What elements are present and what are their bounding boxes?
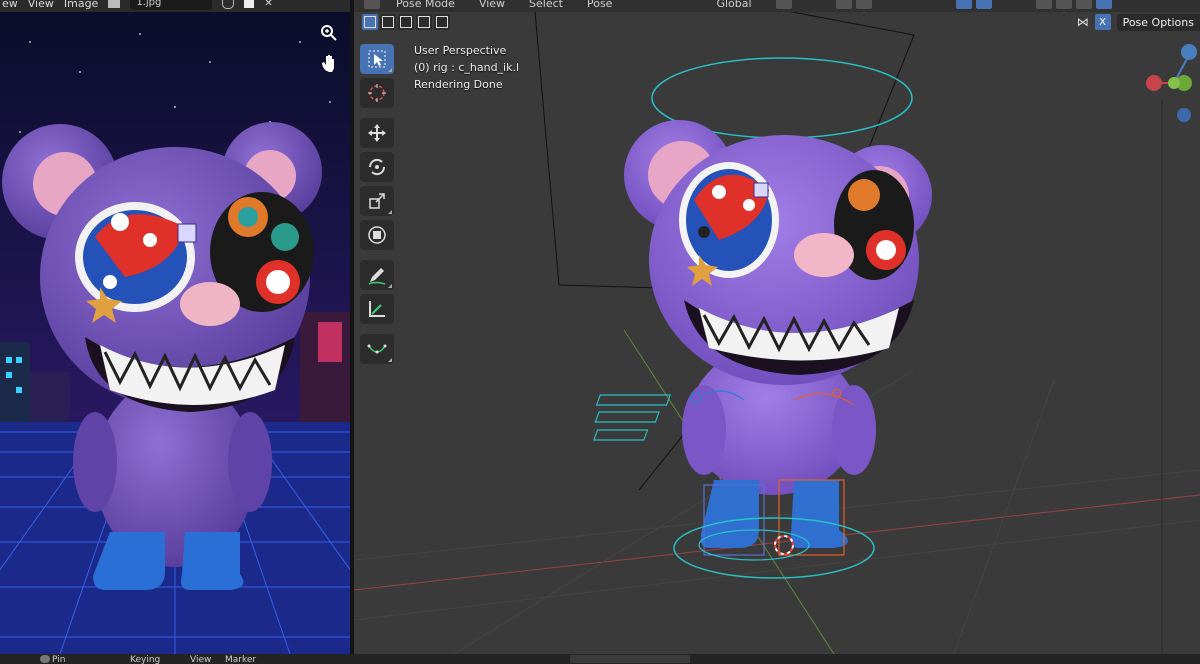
snap-icon[interactable] [835, 0, 852, 9]
shield-icon[interactable] [222, 0, 235, 9]
select-subtract-icon[interactable] [398, 14, 414, 30]
close-image-icon[interactable]: ✕ [264, 0, 272, 9]
transform-orientation-dropdown[interactable]: Global [716, 0, 751, 10]
pin-label[interactable]: Pin [52, 655, 65, 664]
zoom-icon[interactable] [316, 20, 342, 46]
annotate-tool[interactable] [360, 260, 394, 290]
overlay-icon[interactable] [955, 0, 972, 9]
selection-mode-group [362, 14, 450, 30]
menu-image[interactable]: Image [64, 0, 98, 10]
viewport-header: Pose Mode View Select Pose Global [354, 0, 1200, 12]
shading-solid-icon[interactable] [1055, 0, 1072, 9]
move-tool[interactable] [360, 118, 394, 148]
pose-slide-tool[interactable] [360, 334, 394, 364]
transform-icon [368, 226, 386, 244]
editor-type-icon[interactable] [364, 0, 380, 9]
image-editor-header: ew View Image 1.jpg ✕ [0, 0, 350, 12]
cursor-arrow-icon [368, 50, 386, 68]
menu-pose[interactable]: Pose [587, 0, 612, 10]
image-editor-panel: ew View Image 1.jpg ✕ [0, 0, 350, 654]
menu-view-partial[interactable]: ew [2, 0, 18, 10]
select-new-icon[interactable] [362, 14, 378, 30]
image-browse-icon[interactable] [108, 0, 121, 8]
pose-options-popover: ⋈ X Pose Options [1077, 12, 1200, 32]
scale-icon [369, 193, 385, 209]
active-bone-label: (0) rig : c_hand_ik.l [414, 61, 520, 74]
move-arrows-icon [368, 124, 386, 142]
navigation-gizmo [1146, 44, 1197, 122]
view-menu[interactable]: View [190, 655, 211, 664]
pivot-icon[interactable] [775, 0, 792, 9]
select-invert-icon[interactable] [416, 14, 432, 30]
render-status-label: Rendering Done [414, 78, 503, 91]
pose-options-button[interactable]: Pose Options [1116, 13, 1200, 31]
viewport-scene [354, 0, 1200, 654]
view-name-label: User Perspective [414, 44, 507, 57]
xray-icon[interactable] [1035, 0, 1052, 9]
timeline-header: Pin Keying View Marker [0, 654, 1200, 664]
select-intersect-icon[interactable] [434, 14, 450, 30]
new-image-icon[interactable] [244, 0, 255, 8]
rotate-icon [368, 158, 386, 176]
menu-view[interactable]: View [479, 0, 505, 10]
x-axis-line [354, 494, 1200, 591]
playback-controls[interactable] [570, 655, 690, 663]
menu-view[interactable]: View [28, 0, 54, 10]
cursor-tool[interactable] [360, 78, 394, 108]
select-extend-icon[interactable] [380, 14, 396, 30]
crosshair-icon [368, 84, 386, 102]
editor-type-icon[interactable] [40, 655, 50, 663]
render-result-image [0, 12, 350, 654]
tool-shelf [360, 44, 394, 368]
transform-tool[interactable] [360, 220, 394, 250]
gizmo-z-axis [1181, 44, 1197, 60]
x-mirror-button[interactable]: X [1094, 14, 1111, 30]
mode-selector[interactable]: Pose Mode [396, 0, 455, 10]
select-box-tool[interactable] [360, 44, 394, 74]
menu-select[interactable]: Select [529, 0, 563, 10]
curve-icon [367, 344, 387, 354]
shading-material-icon[interactable] [1075, 0, 1092, 9]
pan-hand-icon[interactable] [316, 50, 342, 76]
viewport-info-overlay: User Perspective (0) rig : c_hand_ik.l R… [414, 42, 519, 93]
gizmo-toggle-icon[interactable] [975, 0, 992, 9]
rotate-tool[interactable] [360, 152, 394, 182]
measure-tool[interactable] [360, 294, 394, 324]
keying-menu[interactable]: Keying [130, 655, 160, 664]
3d-cursor [774, 535, 794, 555]
3d-viewport[interactable]: Pose Mode View Select Pose Global User P… [354, 0, 1200, 654]
shading-rendered-icon[interactable] [1095, 0, 1112, 9]
proportional-edit-icon[interactable] [855, 0, 872, 9]
ruler-icon [369, 301, 385, 317]
butterfly-mirror-icon[interactable]: ⋈ [1077, 15, 1089, 29]
marker-menu[interactable]: Marker [225, 655, 256, 664]
image-name-field[interactable]: 1.jpg [130, 0, 213, 10]
scale-tool[interactable] [360, 186, 394, 216]
pencil-icon [368, 268, 386, 285]
